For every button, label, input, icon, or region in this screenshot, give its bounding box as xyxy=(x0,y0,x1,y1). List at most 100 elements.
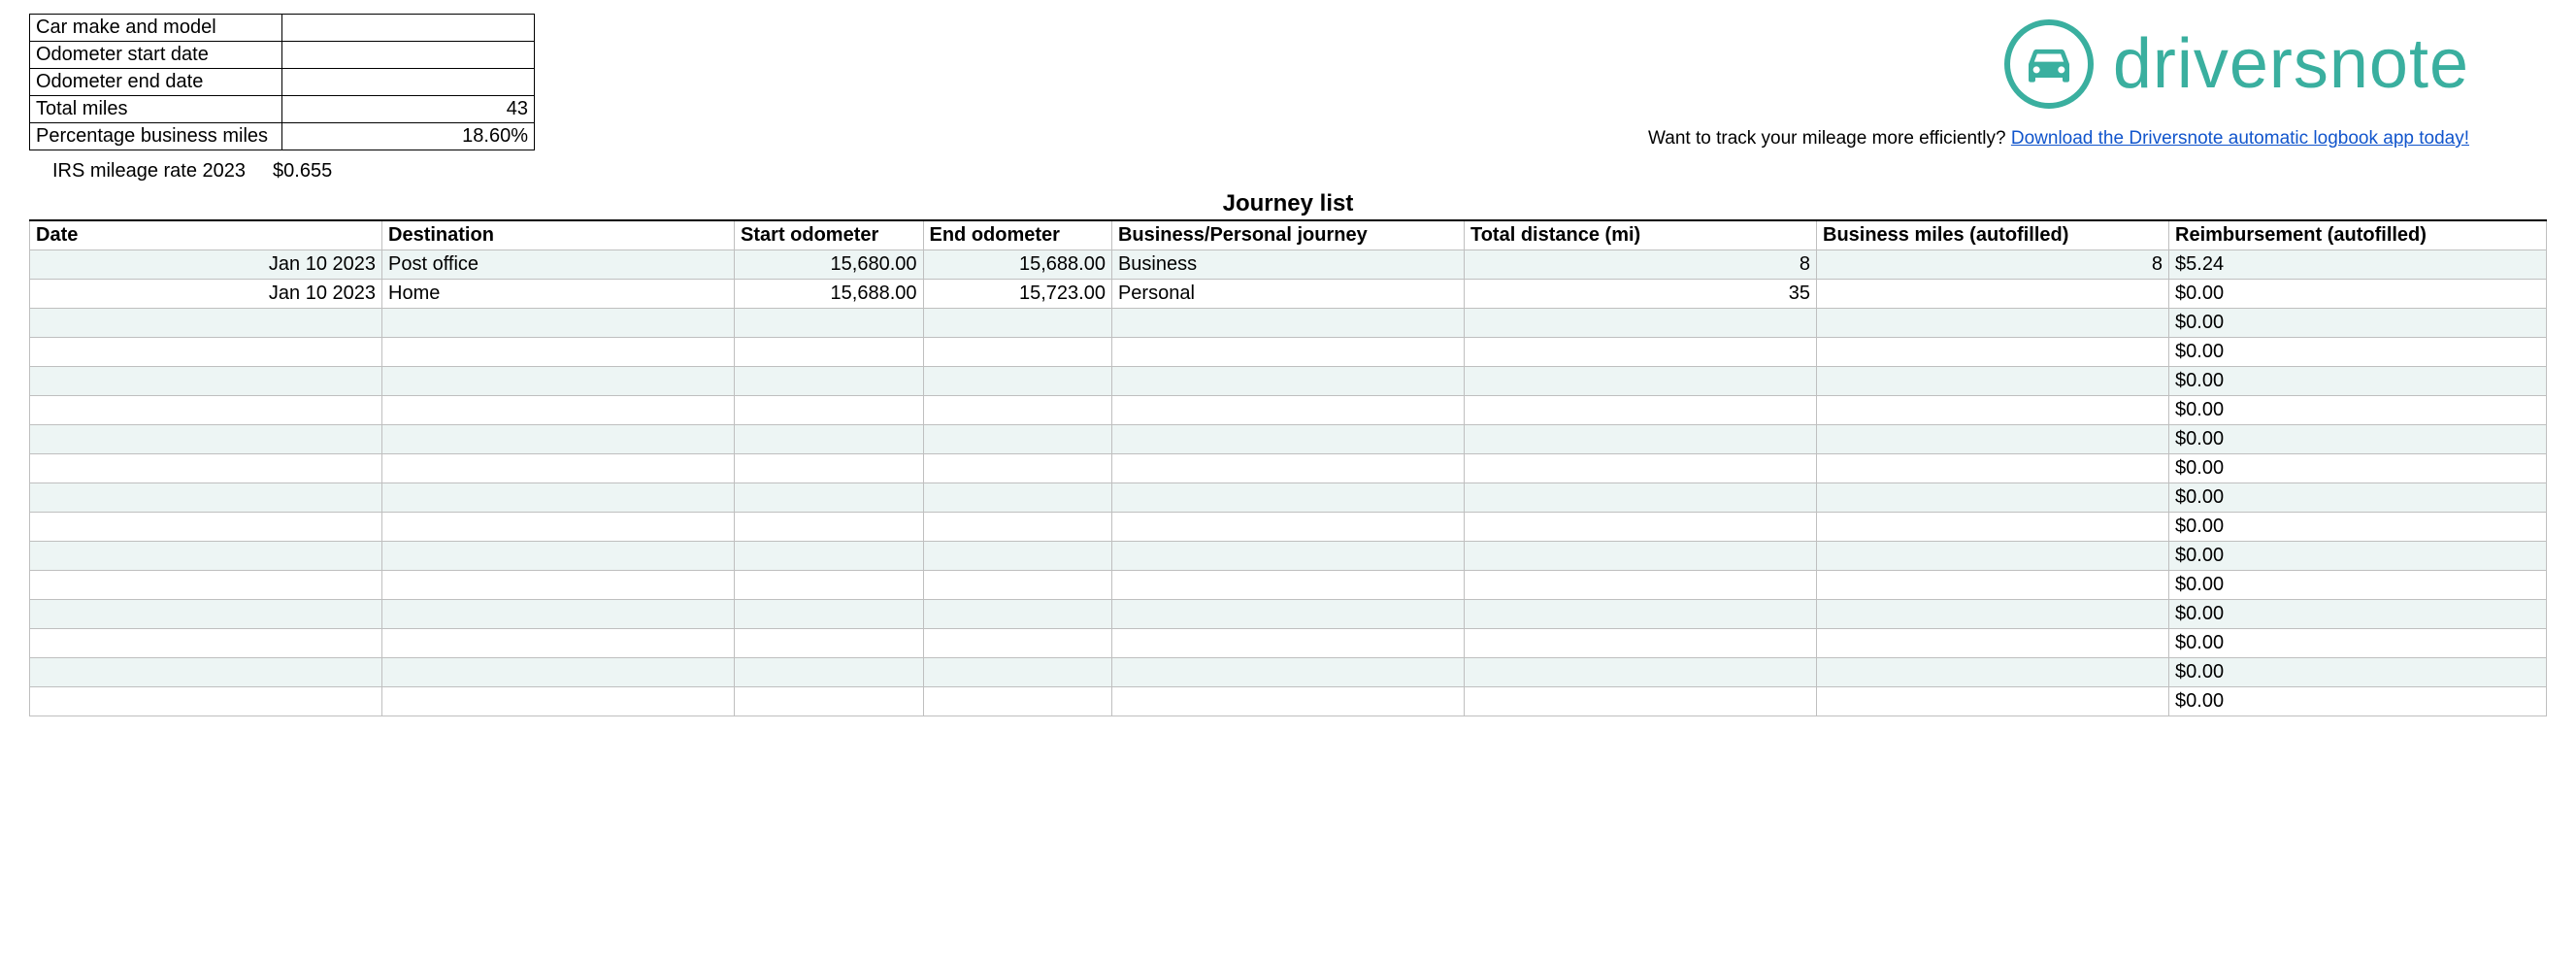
cell-destination[interactable] xyxy=(382,367,735,396)
cell-start-odometer[interactable] xyxy=(735,454,923,483)
cell-destination[interactable] xyxy=(382,483,735,513)
cell-end-odometer[interactable] xyxy=(923,338,1111,367)
cell-end-odometer[interactable] xyxy=(923,542,1111,571)
cell-total-distance[interactable] xyxy=(1464,542,1816,571)
cell-end-odometer[interactable] xyxy=(923,483,1111,513)
cell-date[interactable] xyxy=(30,338,382,367)
promo-link[interactable]: Download the Driversnote automatic logbo… xyxy=(2011,128,2469,149)
cell-end-odometer[interactable] xyxy=(923,687,1111,716)
cell-start-odometer[interactable]: 15,688.00 xyxy=(735,280,923,309)
cell-destination[interactable] xyxy=(382,629,735,658)
cell-total-distance[interactable] xyxy=(1464,309,1816,338)
cell-end-odometer[interactable] xyxy=(923,571,1111,600)
cell-business-personal[interactable] xyxy=(1111,309,1464,338)
cell-destination[interactable] xyxy=(382,542,735,571)
summary-value[interactable]: 18.60% xyxy=(282,123,535,150)
cell-date[interactable] xyxy=(30,425,382,454)
cell-total-distance[interactable] xyxy=(1464,687,1816,716)
summary-value[interactable] xyxy=(282,15,535,42)
summary-value[interactable] xyxy=(282,69,535,96)
cell-total-distance[interactable] xyxy=(1464,396,1816,425)
cell-destination[interactable]: Home xyxy=(382,280,735,309)
cell-end-odometer[interactable] xyxy=(923,658,1111,687)
cell-business-personal[interactable] xyxy=(1111,542,1464,571)
cell-date[interactable]: Jan 10 2023 xyxy=(30,280,382,309)
cell-destination[interactable] xyxy=(382,425,735,454)
cell-business-personal[interactable] xyxy=(1111,513,1464,542)
cell-total-distance[interactable] xyxy=(1464,600,1816,629)
cell-date[interactable] xyxy=(30,454,382,483)
cell-total-distance[interactable] xyxy=(1464,658,1816,687)
cell-end-odometer[interactable] xyxy=(923,629,1111,658)
summary-value[interactable]: 43 xyxy=(282,96,535,123)
cell-end-odometer[interactable] xyxy=(923,425,1111,454)
cell-business-personal[interactable] xyxy=(1111,571,1464,600)
cell-total-distance[interactable] xyxy=(1464,425,1816,454)
cell-total-distance[interactable] xyxy=(1464,483,1816,513)
cell-date[interactable] xyxy=(30,483,382,513)
cell-end-odometer[interactable]: 15,688.00 xyxy=(923,250,1111,280)
cell-destination[interactable] xyxy=(382,687,735,716)
cell-destination[interactable] xyxy=(382,396,735,425)
cell-total-distance[interactable] xyxy=(1464,629,1816,658)
cell-business-personal[interactable] xyxy=(1111,425,1464,454)
cell-date[interactable] xyxy=(30,396,382,425)
cell-business-personal[interactable] xyxy=(1111,629,1464,658)
cell-start-odometer[interactable] xyxy=(735,483,923,513)
cell-destination[interactable] xyxy=(382,454,735,483)
cell-business-personal[interactable] xyxy=(1111,658,1464,687)
cell-start-odometer[interactable] xyxy=(735,338,923,367)
cell-start-odometer[interactable] xyxy=(735,542,923,571)
cell-total-distance[interactable]: 8 xyxy=(1464,250,1816,280)
cell-end-odometer[interactable] xyxy=(923,396,1111,425)
cell-date[interactable] xyxy=(30,309,382,338)
cell-business-personal[interactable] xyxy=(1111,483,1464,513)
cell-date[interactable]: Jan 10 2023 xyxy=(30,250,382,280)
cell-start-odometer[interactable] xyxy=(735,367,923,396)
cell-date[interactable] xyxy=(30,600,382,629)
cell-date[interactable] xyxy=(30,658,382,687)
cell-end-odometer[interactable]: 15,723.00 xyxy=(923,280,1111,309)
cell-start-odometer[interactable] xyxy=(735,309,923,338)
cell-end-odometer[interactable] xyxy=(923,454,1111,483)
cell-business-personal[interactable] xyxy=(1111,396,1464,425)
cell-business-personal[interactable]: Personal xyxy=(1111,280,1464,309)
cell-end-odometer[interactable] xyxy=(923,513,1111,542)
cell-date[interactable] xyxy=(30,513,382,542)
cell-date[interactable] xyxy=(30,629,382,658)
cell-start-odometer[interactable] xyxy=(735,571,923,600)
cell-business-personal[interactable] xyxy=(1111,367,1464,396)
cell-destination[interactable] xyxy=(382,513,735,542)
cell-start-odometer[interactable] xyxy=(735,396,923,425)
cell-destination[interactable]: Post office xyxy=(382,250,735,280)
cell-destination[interactable] xyxy=(382,571,735,600)
cell-total-distance[interactable]: 35 xyxy=(1464,280,1816,309)
cell-total-distance[interactable] xyxy=(1464,338,1816,367)
cell-total-distance[interactable] xyxy=(1464,454,1816,483)
cell-date[interactable] xyxy=(30,687,382,716)
cell-end-odometer[interactable] xyxy=(923,600,1111,629)
cell-date[interactable] xyxy=(30,367,382,396)
summary-value[interactable] xyxy=(282,42,535,69)
cell-total-distance[interactable] xyxy=(1464,513,1816,542)
cell-date[interactable] xyxy=(30,571,382,600)
cell-total-distance[interactable] xyxy=(1464,367,1816,396)
cell-destination[interactable] xyxy=(382,658,735,687)
cell-business-personal[interactable]: Business xyxy=(1111,250,1464,280)
cell-business-personal[interactable] xyxy=(1111,687,1464,716)
cell-business-personal[interactable] xyxy=(1111,600,1464,629)
cell-start-odometer[interactable] xyxy=(735,600,923,629)
cell-destination[interactable] xyxy=(382,309,735,338)
cell-destination[interactable] xyxy=(382,338,735,367)
cell-end-odometer[interactable] xyxy=(923,309,1111,338)
cell-start-odometer[interactable] xyxy=(735,658,923,687)
cell-end-odometer[interactable] xyxy=(923,367,1111,396)
cell-start-odometer[interactable] xyxy=(735,425,923,454)
cell-date[interactable] xyxy=(30,542,382,571)
cell-business-personal[interactable] xyxy=(1111,454,1464,483)
cell-business-personal[interactable] xyxy=(1111,338,1464,367)
cell-start-odometer[interactable]: 15,680.00 xyxy=(735,250,923,280)
cell-start-odometer[interactable] xyxy=(735,513,923,542)
cell-start-odometer[interactable] xyxy=(735,687,923,716)
cell-start-odometer[interactable] xyxy=(735,629,923,658)
